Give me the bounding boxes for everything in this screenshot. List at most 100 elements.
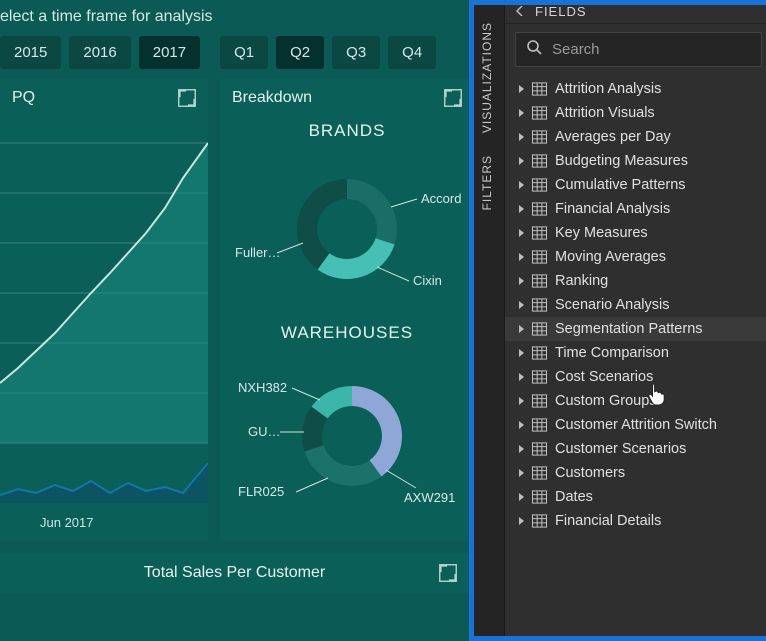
- field-item[interactable]: Customer Attrition Switch: [505, 413, 766, 437]
- expand-icon[interactable]: [519, 109, 524, 117]
- field-item-label: Ranking: [555, 273, 608, 289]
- warehouses-heading: WAREHOUSES: [232, 323, 462, 343]
- field-item[interactable]: Cost Scenarios: [505, 365, 766, 389]
- quarter-q2[interactable]: Q2: [276, 36, 324, 69]
- table-icon: [532, 418, 547, 432]
- table-icon: [532, 178, 547, 192]
- expand-icon[interactable]: [519, 181, 524, 189]
- expand-icon[interactable]: [519, 301, 524, 309]
- quarter-q3[interactable]: Q3: [332, 36, 380, 69]
- page-title: elect a time frame for analysis: [0, 0, 469, 36]
- expand-icon[interactable]: [519, 253, 524, 261]
- svg-text:AXW291: AXW291: [404, 490, 455, 505]
- table-icon: [532, 106, 547, 120]
- field-item[interactable]: Averages per Day: [505, 125, 766, 149]
- year-2016[interactable]: 2016: [69, 36, 130, 69]
- report-canvas: elect a time frame for analysis 2015 201…: [0, 0, 469, 641]
- expand-icon[interactable]: [519, 325, 524, 333]
- field-item-label: Financial Details: [555, 513, 661, 529]
- expand-icon[interactable]: [519, 373, 524, 381]
- field-item[interactable]: Financial Analysis: [505, 197, 766, 221]
- field-item[interactable]: Segmentation Patterns: [505, 317, 766, 341]
- expand-icon[interactable]: [519, 445, 524, 453]
- focus-mode-icon[interactable]: [176, 87, 198, 109]
- fields-search-input[interactable]: [552, 41, 751, 58]
- slicer-row: 2015 2016 2017 Q1 Q2 Q3 Q4: [0, 36, 469, 79]
- field-item[interactable]: Scenario Analysis: [505, 293, 766, 317]
- field-item[interactable]: Moving Averages: [505, 245, 766, 269]
- collapsed-panes-rail: VISUALIZATIONS FILTERS: [469, 0, 505, 641]
- tile-pq[interactable]: PQ: [0, 79, 208, 541]
- brands-heading: BRANDS: [232, 121, 462, 141]
- table-icon: [532, 322, 547, 336]
- field-item[interactable]: Customer Scenarios: [505, 437, 766, 461]
- focus-mode-icon[interactable]: [442, 87, 464, 109]
- tile-pq-title: PQ: [12, 89, 196, 107]
- fields-pane-title: FIELDS: [535, 4, 587, 19]
- table-icon: [532, 202, 547, 216]
- tile-footer-title: Total Sales Per Customer: [144, 564, 325, 582]
- expand-icon[interactable]: [519, 349, 524, 357]
- brands-donut: Accord Cixin Fuller…: [232, 149, 462, 309]
- tab-visualizations[interactable]: VISUALIZATIONS: [480, 22, 494, 133]
- expand-icon[interactable]: [519, 205, 524, 213]
- fields-search[interactable]: [515, 32, 762, 67]
- field-item-label: Dates: [555, 489, 593, 505]
- tab-filters[interactable]: FILTERS: [480, 155, 494, 210]
- side-panels: VISUALIZATIONS FILTERS FIELDS Attrition …: [469, 0, 766, 641]
- table-icon: [532, 514, 547, 528]
- quarter-slicer: Q1 Q2 Q3 Q4: [220, 36, 436, 69]
- table-icon: [532, 442, 547, 456]
- field-item[interactable]: Customers: [505, 461, 766, 485]
- field-item[interactable]: Cumulative Patterns: [505, 173, 766, 197]
- quarter-q1[interactable]: Q1: [220, 36, 268, 69]
- expand-icon[interactable]: [519, 277, 524, 285]
- field-item[interactable]: Key Measures: [505, 221, 766, 245]
- field-item[interactable]: Custom Groups: [505, 389, 766, 413]
- table-icon: [532, 82, 547, 96]
- table-icon: [532, 274, 547, 288]
- table-icon: [532, 154, 547, 168]
- year-2015[interactable]: 2015: [0, 36, 61, 69]
- year-slicer: 2015 2016 2017: [0, 36, 200, 69]
- back-icon[interactable]: [515, 4, 525, 19]
- field-item-label: Attrition Visuals: [555, 105, 655, 121]
- fields-list[interactable]: Attrition Analysis Attrition Visuals Avera…: [505, 75, 766, 641]
- focus-mode-icon[interactable]: [437, 562, 459, 584]
- warehouses-section: WAREHOUSES NXH382: [232, 323, 462, 521]
- field-item-label: Attrition Analysis: [555, 81, 661, 97]
- year-2017[interactable]: 2017: [139, 36, 200, 69]
- expand-icon[interactable]: [519, 133, 524, 141]
- tile-total-sales-per-customer[interactable]: Total Sales Per Customer: [0, 553, 469, 593]
- field-item[interactable]: Attrition Analysis: [505, 77, 766, 101]
- expand-icon[interactable]: [519, 229, 524, 237]
- field-item-label: Cost Scenarios: [555, 369, 653, 385]
- field-item-label: Customer Scenarios: [555, 441, 686, 457]
- field-item-label: Time Comparison: [555, 345, 669, 361]
- expand-icon[interactable]: [519, 421, 524, 429]
- field-item[interactable]: Time Comparison: [505, 341, 766, 365]
- field-item-label: Cumulative Patterns: [555, 177, 686, 193]
- field-item[interactable]: Budgeting Measures: [505, 149, 766, 173]
- expand-icon[interactable]: [519, 517, 524, 525]
- quarter-q4[interactable]: Q4: [388, 36, 436, 69]
- expand-icon[interactable]: [519, 469, 524, 477]
- field-item[interactable]: Financial Details: [505, 509, 766, 533]
- table-icon: [532, 394, 547, 408]
- svg-text:Accord: Accord: [421, 191, 461, 206]
- fields-pane: FIELDS Attrition Analysis Attrition Visua…: [505, 0, 766, 641]
- table-icon: [532, 130, 547, 144]
- tile-breakdown[interactable]: Breakdown BRANDS: [220, 79, 469, 541]
- expand-icon[interactable]: [519, 397, 524, 405]
- field-item[interactable]: Ranking: [505, 269, 766, 293]
- expand-icon[interactable]: [519, 85, 524, 93]
- field-item[interactable]: Dates: [505, 485, 766, 509]
- expand-icon[interactable]: [519, 493, 524, 501]
- table-icon: [532, 298, 547, 312]
- search-icon: [526, 39, 542, 60]
- field-item[interactable]: Attrition Visuals: [505, 101, 766, 125]
- expand-icon[interactable]: [519, 157, 524, 165]
- table-icon: [532, 346, 547, 360]
- table-icon: [532, 226, 547, 240]
- table-icon: [532, 370, 547, 384]
